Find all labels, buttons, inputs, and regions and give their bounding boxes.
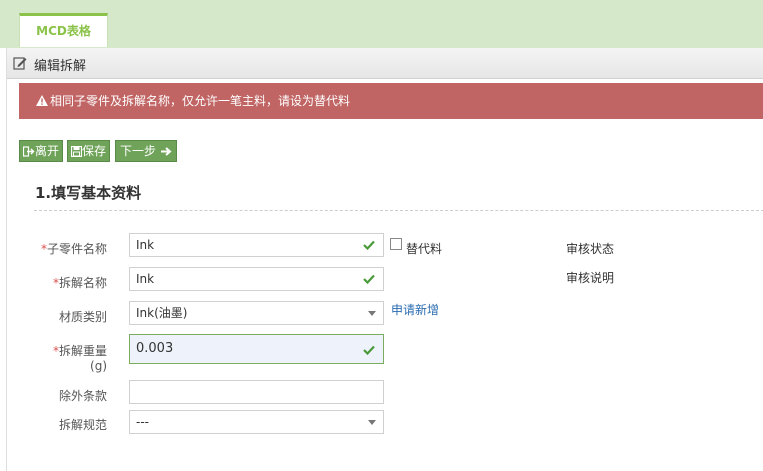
check-icon bbox=[363, 274, 375, 284]
check-icon bbox=[363, 240, 375, 250]
apply-new-link[interactable]: 申请新增 bbox=[391, 301, 439, 318]
review-status-label: 审核状态 bbox=[566, 242, 615, 256]
tab-bar: MCD表格 bbox=[0, 0, 763, 48]
substitute-label: 替代料 bbox=[406, 242, 443, 256]
material-label: 材质类别 bbox=[58, 310, 107, 324]
spec-select[interactable]: --- bbox=[129, 410, 384, 434]
panel-header: 编辑拆解 bbox=[7, 48, 763, 79]
tab-mcd-table[interactable]: MCD表格 bbox=[19, 13, 108, 47]
tab-label: MCD表格 bbox=[36, 24, 91, 38]
weight-value: 0.003 bbox=[136, 341, 174, 356]
next-label: 下一步 bbox=[120, 144, 157, 158]
exclusion-input[interactable] bbox=[129, 380, 384, 404]
part-name-value: Ink bbox=[136, 238, 155, 252]
warning-icon bbox=[36, 95, 48, 106]
spec-label: 拆解规范 bbox=[58, 418, 107, 432]
check-icon bbox=[363, 345, 375, 355]
spec-value: --- bbox=[136, 415, 149, 429]
sign-out-icon bbox=[22, 146, 35, 157]
panel-title: 编辑拆解 bbox=[34, 59, 87, 74]
part-name-label: *子零件名称 bbox=[40, 242, 107, 256]
exclusion-label: 除外条款 bbox=[58, 389, 107, 403]
section-title: 1.填写基本资料 bbox=[35, 184, 142, 202]
edit-icon bbox=[13, 57, 27, 70]
material-select[interactable]: Ink(油墨) bbox=[129, 301, 384, 325]
save-label: 保存 bbox=[82, 144, 107, 158]
save-button[interactable]: 保存 bbox=[67, 140, 111, 162]
weight-label: *拆解重量 bbox=[52, 344, 107, 358]
next-step-button[interactable]: 下一步 bbox=[115, 140, 177, 162]
save-icon bbox=[70, 145, 83, 158]
material-value: Ink(油墨) bbox=[136, 306, 188, 320]
chevron-down-icon bbox=[368, 420, 376, 425]
leave-label: 离开 bbox=[35, 144, 60, 158]
leave-button[interactable]: 离开 bbox=[19, 140, 64, 162]
alert-text: 相同子零件及拆解名称，仅允许一笔主料，请设为替代料 bbox=[50, 94, 351, 108]
disassembly-name-label: *拆解名称 bbox=[52, 276, 107, 290]
section-divider bbox=[34, 210, 763, 211]
error-alert: 相同子零件及拆解名称，仅允许一笔主料，请设为替代料 bbox=[19, 83, 763, 119]
part-name-input[interactable]: Ink bbox=[129, 233, 384, 257]
edit-panel: 编辑拆解 相同子零件及拆解名称，仅允许一笔主料，请设为替代料 离开 保存 下一步… bbox=[6, 48, 763, 471]
disassembly-name-input[interactable]: Ink bbox=[129, 267, 384, 291]
review-note-label: 审核说明 bbox=[566, 271, 615, 285]
substitute-checkbox[interactable] bbox=[390, 238, 402, 250]
arrow-right-icon bbox=[160, 147, 172, 156]
disassembly-name-value: Ink bbox=[136, 272, 155, 286]
chevron-down-icon bbox=[368, 311, 376, 316]
weight-unit: (g) bbox=[90, 359, 107, 373]
weight-input[interactable]: 0.003 bbox=[129, 334, 384, 364]
